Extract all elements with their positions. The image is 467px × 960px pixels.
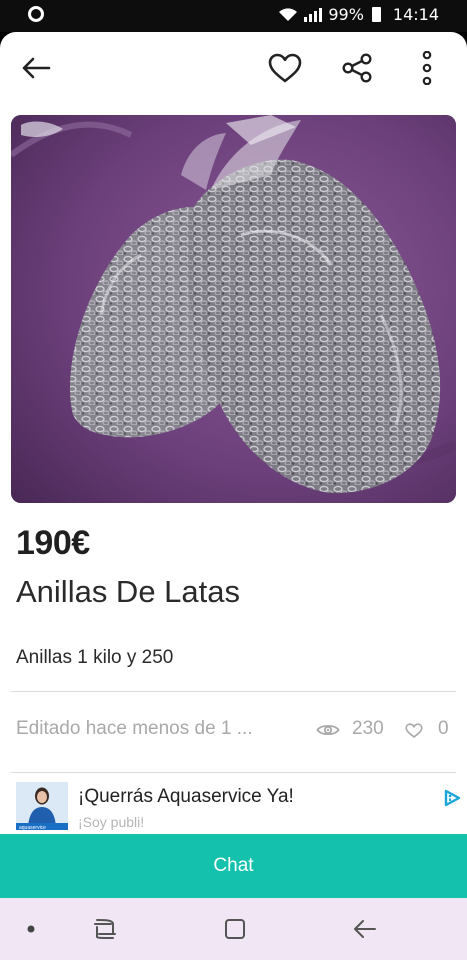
nav-dot-button[interactable] [16,916,46,942]
svg-text:aquaservice: aquaservice [19,825,46,830]
product-title: Anillas De Latas [16,574,241,609]
product-image [11,115,456,503]
divider [11,772,456,773]
back-nav-button[interactable] [350,916,380,942]
status-bar: 99% 14:14 [0,0,467,32]
share-button[interactable] [335,46,379,90]
recents-icon [94,919,116,939]
recents-button[interactable] [90,916,120,942]
ad-banner[interactable]: aquaservice ¡Querrás Aquaservice Ya! ¡So… [0,778,467,834]
divider [11,691,456,692]
product-sheet: 190€ Anillas De Latas Anillas 1 kilo y 2… [0,32,467,898]
edited-timestamp: Editado hace menos de 1 ... [16,718,253,739]
battery-icon [371,7,381,22]
signal-icon [304,7,323,22]
ad-title: ¡Querrás Aquaservice Ya! [78,786,294,807]
more-options-button[interactable] [405,46,449,90]
product-price: 190€ [16,524,90,562]
adchoices-icon[interactable] [442,788,462,808]
carrier-icon [28,6,44,22]
dot-icon [27,925,35,933]
battery-percent: 99% [328,5,364,24]
product-photo[interactable] [11,115,456,503]
back-icon [354,920,376,938]
share-icon [342,53,372,83]
arrow-left-icon [22,57,51,79]
more-vertical-icon [422,51,432,85]
home-button[interactable] [220,916,250,942]
clock: 14:14 [392,5,439,24]
ad-subtitle: ¡Soy publi! [78,814,145,830]
top-toolbar [0,32,467,104]
product-meta: Editado hace menos de 1 ... 230 0 [16,718,456,742]
likes-count: 0 [438,718,449,739]
heart-icon [268,53,302,83]
system-navigation-bar [0,898,467,960]
product-description: Anillas 1 kilo y 250 [16,647,174,668]
heart-icon [405,723,423,738]
back-button[interactable] [14,46,58,90]
ad-thumbnail: aquaservice [16,782,68,830]
ad-image: aquaservice [16,782,68,830]
wifi-icon [279,7,298,21]
home-icon [225,919,245,939]
views-count: 230 [352,718,384,739]
eye-icon [316,724,340,736]
chat-button[interactable]: Chat [0,834,467,898]
status-indicators: 99% 14:14 [278,5,439,24]
favorite-button[interactable] [263,46,307,90]
